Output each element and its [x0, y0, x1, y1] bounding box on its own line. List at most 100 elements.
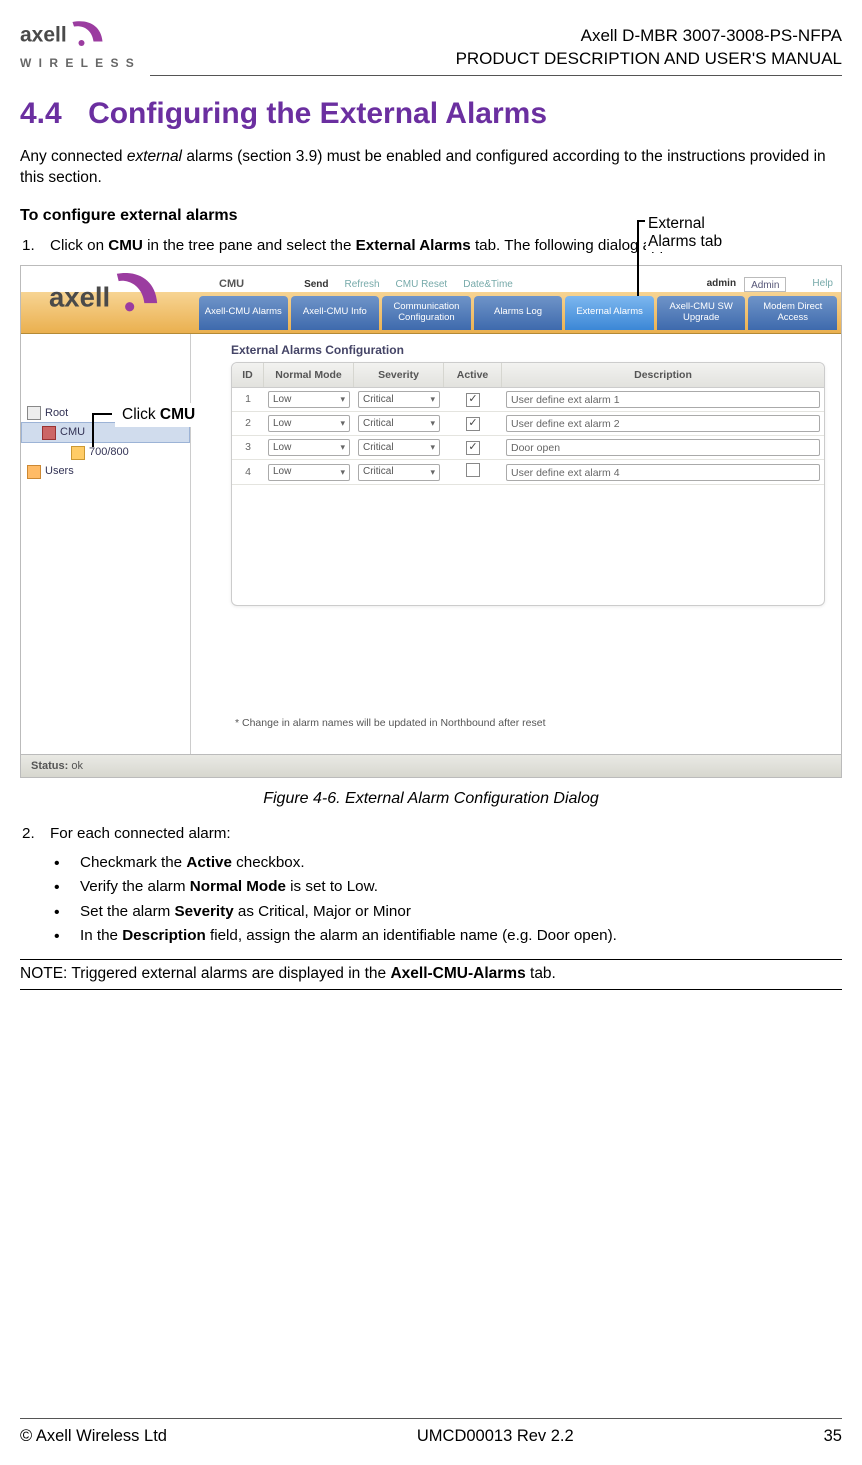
table-header: ID Normal Mode Severity Active Descripti… — [232, 363, 824, 388]
severity-select[interactable]: Critical — [358, 415, 440, 432]
status-label: Status: — [31, 760, 68, 772]
col-severity: Severity — [354, 363, 444, 387]
tab-axell-cmu-sw-upgrade[interactable]: Axell-CMU SW Upgrade — [657, 296, 746, 330]
screenshot-treepane: Root CMU 700/800 Users — [21, 334, 191, 754]
normal-mode-select[interactable]: Low — [268, 439, 350, 456]
step-2: 2. For each connected alarm: — [22, 824, 842, 845]
users-icon — [27, 465, 41, 479]
breadcrumb-cmu: CMU — [219, 277, 244, 292]
tree-700-800[interactable]: 700/800 — [21, 443, 190, 462]
tab-axell-cmu-info[interactable]: Axell-CMU Info — [291, 296, 380, 330]
table-row: 3Low Critical ✓ Door open — [232, 436, 824, 460]
description-input[interactable]: Door open — [506, 439, 820, 456]
footer-rule — [20, 1418, 842, 1419]
admin-label: admin — [707, 277, 736, 291]
footer-pagenum: 35 — [824, 1425, 842, 1447]
intro-paragraph: Any connected external alarms (section 3… — [20, 147, 842, 189]
note-post: tab. — [526, 965, 556, 982]
logo-subtext: W I R E L E S S — [20, 55, 136, 71]
col-description: Description — [502, 363, 824, 387]
footer-docrev: UMCD00013 Rev 2.2 — [417, 1425, 574, 1447]
table-row: 1LowCritical✓User define ext alarm 1 — [232, 388, 824, 412]
normal-mode-select[interactable]: Low — [268, 464, 350, 481]
screenshot-body: Root CMU 700/800 Users External Alarms C… — [21, 334, 841, 754]
tab-communication-configuration[interactable]: Communication Configuration — [382, 296, 471, 330]
step-2-number: 2. — [22, 824, 35, 845]
topbtn-cmu-reset[interactable]: CMU Reset — [396, 278, 448, 292]
alarm-config-table: ID Normal Mode Severity Active Descripti… — [231, 362, 825, 606]
severity-select[interactable]: Critical — [358, 464, 440, 481]
active-checkbox[interactable]: ✓ — [466, 417, 480, 431]
svg-text:axell: axell — [20, 24, 67, 47]
tree-root-label: Root — [45, 406, 68, 421]
page-header: axell W I R E L E S S Axell D-MBR 3007-3… — [20, 15, 842, 71]
tree-users-label: Users — [45, 464, 74, 479]
col-normal-mode: Normal Mode — [264, 363, 354, 387]
screenshot-statusbar: Status: ok — [21, 754, 841, 778]
normal-mode-select[interactable]: Low — [268, 415, 350, 432]
table-row: 4Low Critical User define ext alarm 4 — [232, 460, 824, 485]
active-checkbox[interactable] — [466, 463, 480, 477]
severity-select[interactable]: Critical — [358, 391, 440, 408]
callout-leader-line — [637, 220, 639, 296]
tree-cmu-label: CMU — [60, 425, 85, 440]
step-1-bold-extalarms: External Alarms — [356, 237, 471, 254]
note-label: NOTE: — [20, 965, 67, 982]
description-input[interactable]: User define ext alarm 1 — [506, 391, 820, 408]
doc-titles: Axell D-MBR 3007-3008-PS-NFPA PRODUCT DE… — [456, 25, 842, 71]
doc-title-line1: Axell D-MBR 3007-3008-PS-NFPA — [456, 25, 842, 48]
intro-italic: external — [127, 148, 182, 165]
cell-id: 4 — [232, 462, 264, 482]
step-1-pre: Click on — [50, 237, 108, 254]
normal-mode-select[interactable]: Low — [268, 391, 350, 408]
status-value: ok — [71, 760, 83, 772]
topbtn-datetime[interactable]: Date&Time — [463, 278, 513, 292]
device-icon — [42, 426, 56, 440]
section-heading: 4.4 Configuring the External Alarms — [20, 94, 842, 135]
step-1-number: 1. — [22, 236, 35, 257]
severity-select[interactable]: Critical — [358, 439, 440, 456]
svg-text:axell: axell — [49, 281, 110, 312]
section-title: Configuring the External Alarms — [88, 97, 547, 130]
step-1-mid: in the tree pane and select the — [143, 237, 356, 254]
folder-icon — [27, 406, 41, 420]
bullet-normal-mode: Verify the alarm Normal Mode is set to L… — [54, 877, 842, 898]
header-rule — [150, 75, 842, 76]
note-bold: Axell-CMU-Alarms — [390, 965, 525, 982]
bullet-description: In the Description field, assign the ala… — [54, 926, 842, 947]
bullet-active: Checkmark the Active checkbox. — [54, 853, 842, 874]
topbar-buttons: Send Refresh CMU Reset Date&Time — [304, 278, 513, 292]
step-2-bullets: Checkmark the Active checkbox. Verify th… — [54, 853, 842, 947]
callout-external-alarms-tab: External Alarms tab — [646, 215, 724, 252]
tab-modem-direct-access[interactable]: Modem Direct Access — [748, 296, 837, 330]
doc-title-line2: PRODUCT DESCRIPTION AND USER'S MANUAL — [456, 48, 842, 71]
active-checkbox[interactable]: ✓ — [466, 393, 480, 407]
cell-id: 3 — [232, 437, 264, 457]
tab-axell-cmu-alarms[interactable]: Axell-CMU Alarms — [199, 296, 288, 330]
step-1-bold-cmu: CMU — [108, 237, 143, 254]
panel-title: External Alarms Configuration — [231, 342, 825, 358]
note: NOTE: Triggered external alarms are disp… — [20, 964, 842, 985]
callout-leader-elbow — [637, 220, 645, 222]
screenshot-main: External Alarms Configuration ID Normal … — [191, 334, 841, 754]
note-pre: Triggered external alarms are displayed … — [67, 965, 390, 982]
screenshot-logo: axell — [49, 270, 159, 321]
logo: axell W I R E L E S S — [20, 15, 136, 71]
cell-id: 2 — [232, 413, 264, 433]
topbtn-refresh[interactable]: Refresh — [345, 278, 380, 292]
topbtn-send[interactable]: Send — [304, 278, 328, 292]
help-link[interactable]: Help — [812, 277, 833, 291]
band-icon — [71, 446, 85, 460]
active-checkbox[interactable]: ✓ — [466, 441, 480, 455]
tab-alarms-log[interactable]: Alarms Log — [474, 296, 563, 330]
admin-field[interactable]: Admin — [744, 277, 786, 292]
tree-users[interactable]: Users — [21, 462, 190, 481]
figure-caption: Figure 4-6. External Alarm Configuration… — [20, 788, 842, 810]
description-input[interactable]: User define ext alarm 2 — [506, 415, 820, 432]
col-id: ID — [232, 363, 264, 387]
description-input[interactable]: User define ext alarm 4 — [506, 464, 820, 481]
callout-line2: Alarms tab — [648, 233, 722, 252]
note-rule-top — [20, 959, 842, 960]
tab-external-alarms[interactable]: External Alarms — [565, 296, 654, 330]
page-footer: © Axell Wireless Ltd UMCD00013 Rev 2.2 3… — [20, 1425, 842, 1447]
